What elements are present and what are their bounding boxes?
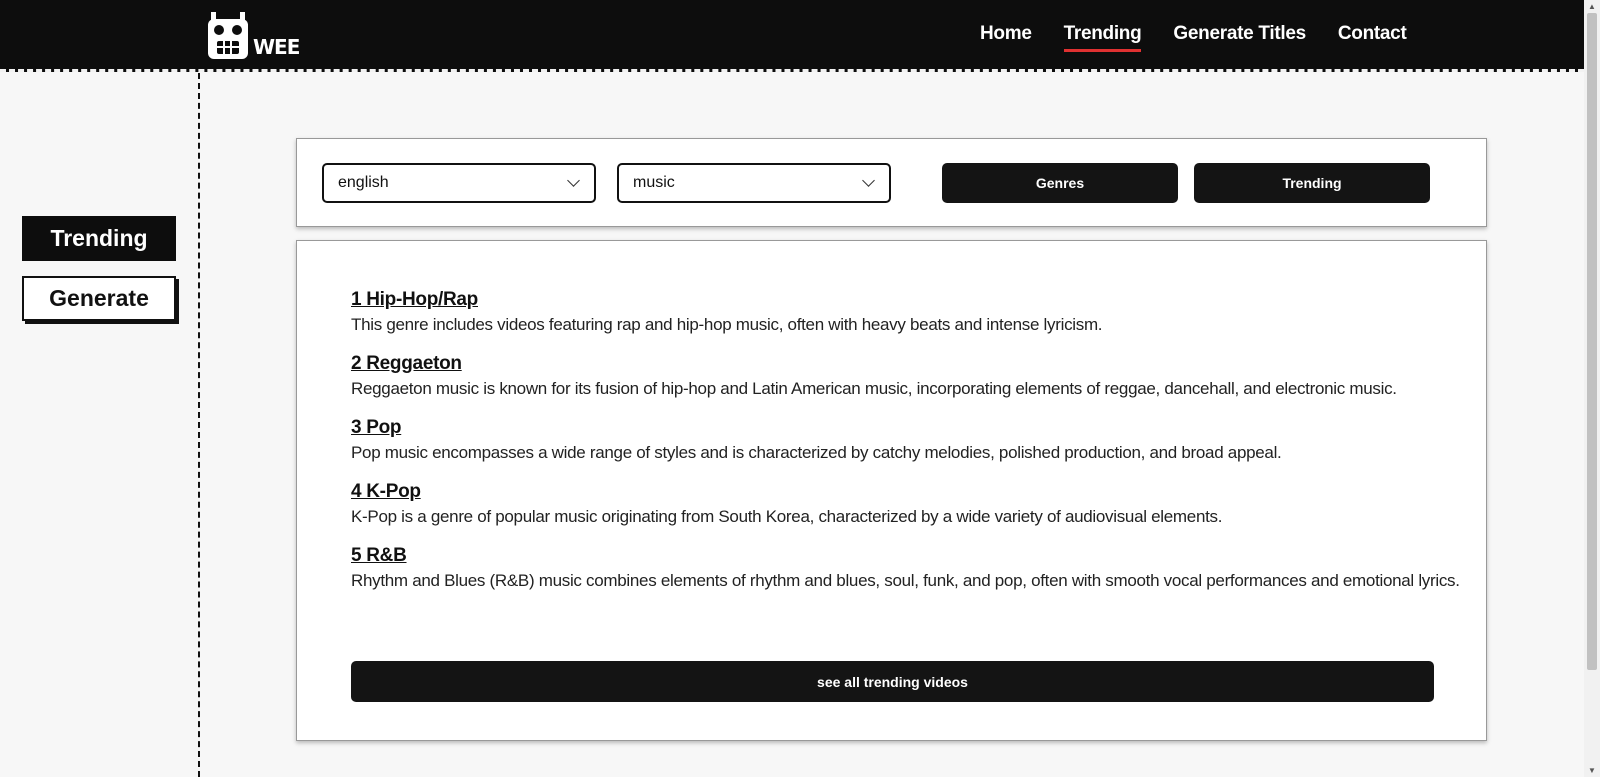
chevron-down-icon <box>567 174 580 187</box>
trending-button[interactable]: Trending <box>1194 163 1430 203</box>
language-select-value: english <box>338 174 389 191</box>
language-select[interactable]: english <box>322 163 596 203</box>
site-logo[interactable]: WEE <box>207 12 300 60</box>
main-nav: Home Trending Generate Titles Contact <box>980 23 1407 52</box>
genre-title-link[interactable]: 4 K-Pop <box>351 479 421 504</box>
list-item: 4 K-Pop K-Pop is a genre of popular musi… <box>351 479 1441 529</box>
sidebar-divider <box>198 73 200 777</box>
scroll-thumb[interactable] <box>1587 13 1597 670</box>
nav-contact[interactable]: Contact <box>1338 23 1407 52</box>
list-item: 5 R&B Rhythm and Blues (R&B) music combi… <box>351 543 1460 593</box>
genre-description: Rhythm and Blues (R&B) music combines el… <box>351 571 1460 590</box>
genres-button[interactable]: Genres <box>942 163 1178 203</box>
category-select[interactable]: music <box>617 163 891 203</box>
page-scrollbar[interactable]: ▲ ▼ <box>1584 0 1600 777</box>
genre-description: K-Pop is a genre of popular music origin… <box>351 507 1223 526</box>
filter-panel: english music Genres Trending <box>296 138 1487 227</box>
logo-text: WEE <box>253 35 300 59</box>
sidebar-generate-button[interactable]: Generate <box>22 276 176 321</box>
genre-list: 1 Hip-Hop/Rap This genre includes videos… <box>351 287 1460 607</box>
top-navbar: WEE Home Trending Generate Titles Contac… <box>0 0 1584 72</box>
scroll-up-arrow-icon[interactable]: ▲ <box>1588 2 1596 11</box>
sidebar-trending-button[interactable]: Trending <box>22 216 176 261</box>
genres-panel: 1 Hip-Hop/Rap This genre includes videos… <box>296 240 1487 741</box>
nav-home[interactable]: Home <box>980 23 1032 52</box>
nav-generate-titles[interactable]: Generate Titles <box>1173 23 1306 52</box>
chevron-down-icon <box>862 174 875 187</box>
genre-description: Pop music encompasses a wide range of st… <box>351 443 1282 462</box>
genre-title-link[interactable]: 2 Reggaeton <box>351 351 462 376</box>
genre-description: This genre includes videos featuring rap… <box>351 315 1103 334</box>
list-item: 2 Reggaeton Reggaeton music is known for… <box>351 351 1441 401</box>
list-item: 1 Hip-Hop/Rap This genre includes videos… <box>351 287 1441 337</box>
category-select-value: music <box>633 174 675 191</box>
robot-logo-icon <box>207 12 249 60</box>
genre-title-link[interactable]: 1 Hip-Hop/Rap <box>351 287 478 312</box>
nav-trending[interactable]: Trending <box>1063 23 1142 52</box>
genre-description: Reggaeton music is known for its fusion … <box>351 379 1397 398</box>
scroll-down-arrow-icon[interactable]: ▼ <box>1588 766 1596 775</box>
genre-title-link[interactable]: 5 R&B <box>351 543 407 568</box>
see-all-trending-button[interactable]: see all trending videos <box>351 661 1434 702</box>
list-item: 3 Pop Pop music encompasses a wide range… <box>351 415 1441 465</box>
genre-title-link[interactable]: 3 Pop <box>351 415 402 440</box>
